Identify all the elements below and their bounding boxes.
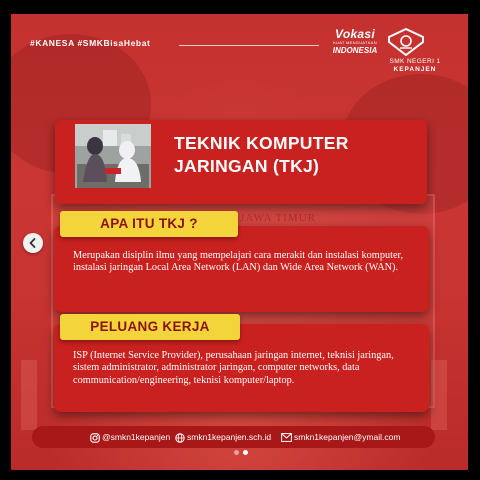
- website-contact: smkn1kepanjen.sch.id: [175, 426, 271, 448]
- envelope-icon: [281, 433, 292, 443]
- background-post: [21, 360, 37, 430]
- globe-icon: [175, 433, 185, 443]
- chevron-left-icon: [29, 238, 36, 248]
- instagram-contact: @smkn1kepanjen: [90, 426, 170, 448]
- section-body-careers: ISP (Internet Service Provider), perusah…: [73, 350, 394, 386]
- vokasi-title: Vokasi: [334, 27, 376, 41]
- instagram-handle: @smkn1kepanjen: [102, 432, 171, 442]
- vokasi-country: INDONESIA: [332, 46, 378, 55]
- hashtags: #KANESA #SMKBisaHebat: [30, 38, 151, 48]
- vokasi-logo: Vokasi KUAT MENGUATKAN INDONESIA: [322, 28, 388, 66]
- email-contact: smkn1kepanjen@ymail.com: [281, 426, 400, 448]
- school-name-line: KEPANJEN: [393, 65, 437, 73]
- instagram-icon: [90, 433, 100, 443]
- carousel-prev-button[interactable]: [23, 233, 43, 253]
- email-address: smkn1kepanjen@ymail.com: [294, 432, 401, 442]
- website-url: smkn1kepanjen.sch.id: [187, 432, 272, 442]
- school-logo-icon: [388, 28, 424, 56]
- school-name: SMK NEGERI 1 KEPANJEN: [380, 58, 450, 73]
- background-post: [431, 360, 447, 430]
- carousel-dot[interactable]: [234, 450, 239, 455]
- contact-footer: @smkn1kepanjen smkn1kepanjen.sch.id smkn…: [32, 426, 435, 448]
- school-name-line: SMK NEGERI 1: [389, 58, 441, 65]
- page-title: TEKNIK KOMPUTER JARINGAN (TKJ): [174, 133, 349, 176]
- carousel-dots: [230, 450, 254, 458]
- divider: [179, 45, 319, 46]
- students-photo: [75, 124, 151, 188]
- section-body-definition: Merupakan disiplin ilmu yang mempelajari…: [73, 250, 404, 274]
- section-heading-definition: APA ITU TKJ ?: [60, 211, 238, 237]
- viewer-frame: INSI JAWA TIMUR #KANESA #SMKBisaHebat Vo…: [0, 0, 480, 480]
- section-heading-careers: PELUANG KERJA: [60, 314, 240, 340]
- carousel-post-image[interactable]: INSI JAWA TIMUR #KANESA #SMKBisaHebat Vo…: [11, 14, 468, 470]
- carousel-dot-active[interactable]: [243, 450, 248, 455]
